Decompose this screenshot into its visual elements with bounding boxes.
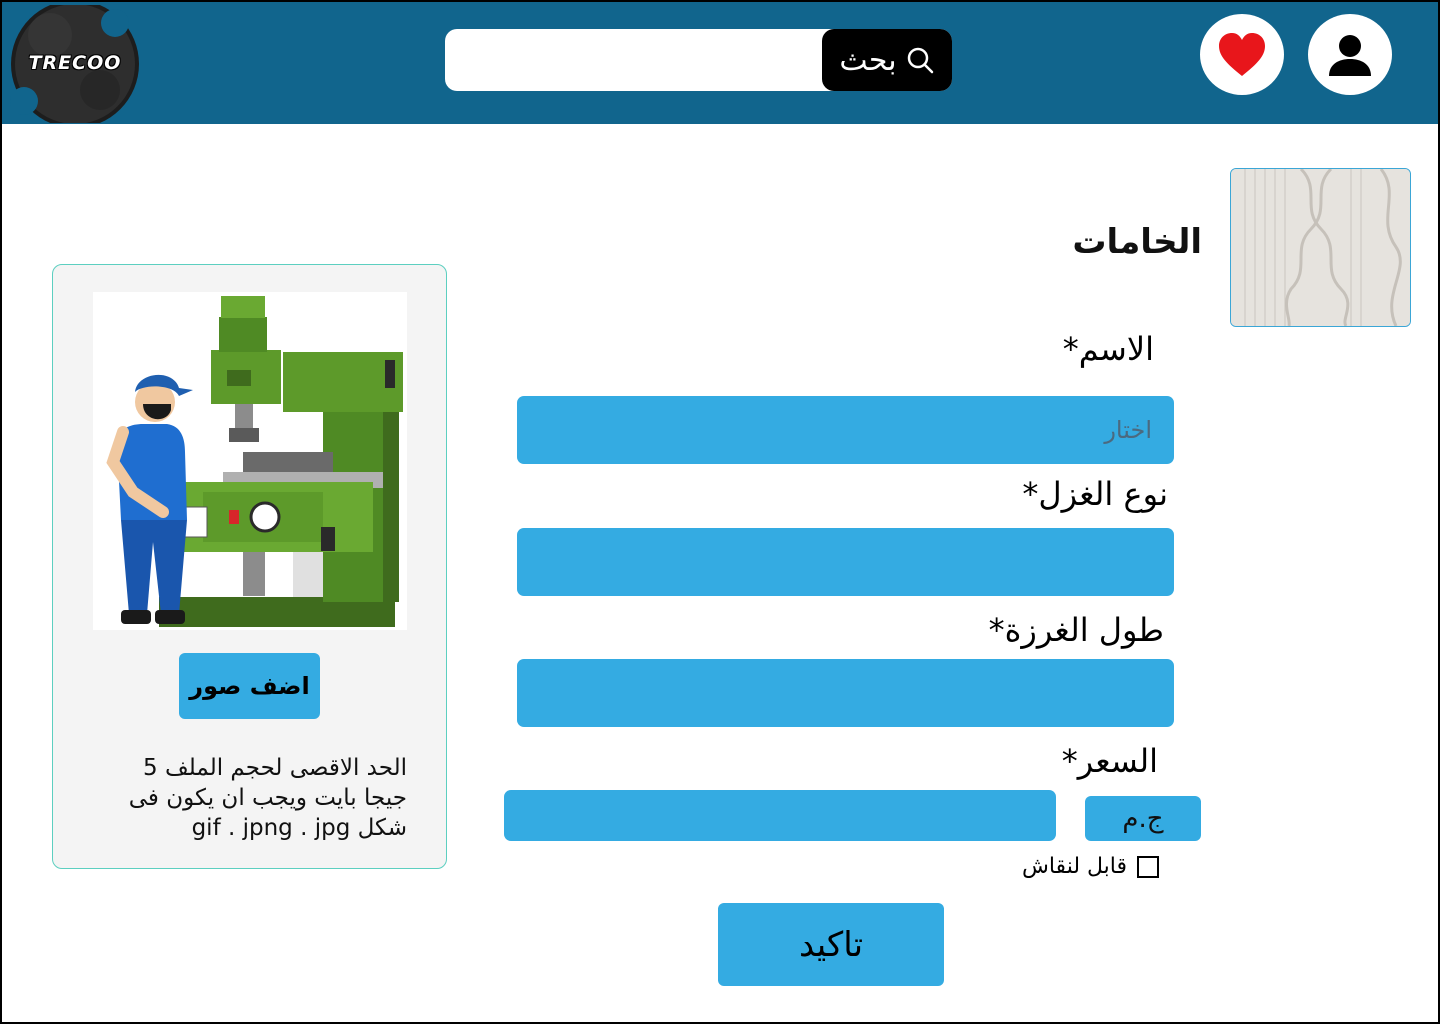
stitch-length-label: طول الغرزة* — [988, 611, 1164, 649]
name-field[interactable] — [517, 396, 1174, 464]
category-thumbnail[interactable] — [1230, 168, 1411, 327]
search-icon — [907, 47, 933, 74]
milling-machine-worker-icon — [93, 292, 407, 630]
search-button-label: بحث — [839, 42, 897, 78]
photo-upload-card: اضف صور الحد الاقصى لحجم الملف 5 جيجا با… — [52, 264, 447, 869]
search-input[interactable] — [445, 29, 815, 91]
stitch-length-field[interactable] — [517, 659, 1174, 727]
yarn-type-label: نوع الغزل* — [1022, 475, 1168, 513]
yarn-type-field[interactable] — [517, 528, 1174, 596]
negotiable-checkbox[interactable] — [1137, 855, 1160, 878]
profile-button[interactable] — [1308, 14, 1392, 95]
header-bar: TRECOO بحث — [2, 2, 1438, 128]
price-field[interactable] — [504, 790, 1056, 841]
upload-size-note: الحد الاقصى لحجم الملف 5 جيجا بايت ويجب … — [128, 755, 407, 841]
knit-fabric-image — [1231, 169, 1410, 326]
price-label: السعر* — [1061, 742, 1158, 780]
app-window: TRECOO بحث الخامات الاسم* اختار نوع الغز… — [0, 0, 1440, 1024]
yarn-type-input[interactable] — [517, 528, 1174, 596]
heart-icon — [1219, 32, 1265, 76]
price-input[interactable] — [504, 790, 1056, 841]
favorites-button[interactable] — [1200, 14, 1284, 95]
name-select-input[interactable] — [517, 396, 1174, 464]
search-bar: بحث — [445, 29, 952, 91]
logo-text: TRECOO — [28, 52, 122, 74]
user-icon — [1329, 34, 1371, 76]
trecoo-logo[interactable]: TRECOO — [10, 2, 140, 128]
category-title: الخامات — [1072, 222, 1202, 262]
name-label: الاسم* — [1062, 330, 1154, 368]
stitch-length-input[interactable] — [517, 659, 1174, 727]
confirm-button[interactable]: تاكيد — [718, 903, 944, 986]
currency-badge[interactable]: ج.م — [1085, 796, 1201, 841]
negotiable-label: قابل لنقاش — [1022, 854, 1128, 879]
add-photos-button[interactable]: اضف صور — [179, 653, 320, 719]
negotiable-option: قابل لنقاش — [1022, 854, 1160, 879]
machine-illustration — [93, 292, 407, 630]
search-button[interactable]: بحث — [822, 29, 952, 91]
